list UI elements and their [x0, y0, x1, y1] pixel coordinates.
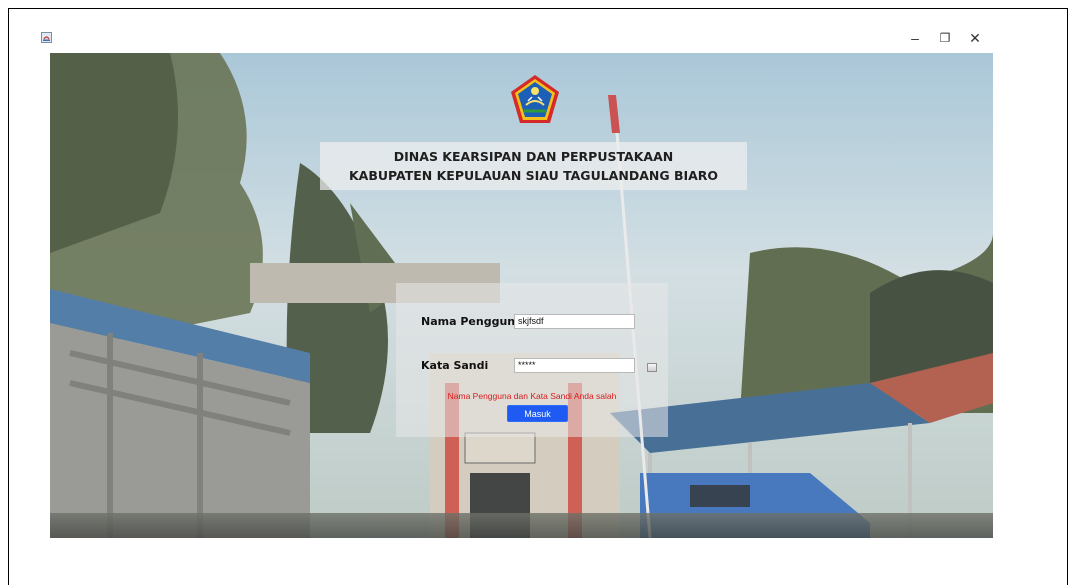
agency-title-line-1: DINAS KEARSIPAN DAN PERPUSTAKAAN — [393, 149, 674, 164]
minimize-button[interactable]: – — [902, 30, 928, 46]
restore-button[interactable]: ❐ — [932, 30, 958, 46]
password-label: Kata Sandi — [421, 359, 489, 372]
agency-title-line-2: KABUPATEN KEPULAUAN SIAU TAGULANDANG BIA… — [348, 168, 719, 183]
show-password-icon[interactable] — [647, 363, 657, 372]
login-button-label: Masuk — [524, 408, 551, 419]
username-label: Nama Pengguna — [421, 315, 523, 328]
password-field[interactable]: ***** — [514, 358, 635, 373]
background-photo: DINAS KEARSIPAN DAN PERPUSTAKAAN KABUPAT… — [50, 53, 993, 538]
agency-title-banner: DINAS KEARSIPAN DAN PERPUSTAKAAN KABUPAT… — [320, 142, 747, 190]
login-panel: Nama Pengguna skjfsdf Kata Sandi ***** N… — [396, 283, 668, 437]
minimize-icon: – — [911, 30, 919, 46]
restore-icon: ❐ — [939, 31, 951, 45]
login-button[interactable]: Masuk — [507, 405, 568, 422]
login-error-message: Nama Pengguna dan Kata Sandi Anda salah — [447, 391, 617, 401]
regency-emblem-icon — [508, 73, 562, 127]
username-field[interactable]: skjfsdf — [514, 314, 635, 329]
close-icon: ✕ — [969, 29, 981, 46]
java-app-icon — [41, 30, 52, 43]
close-button[interactable]: ✕ — [962, 30, 988, 46]
